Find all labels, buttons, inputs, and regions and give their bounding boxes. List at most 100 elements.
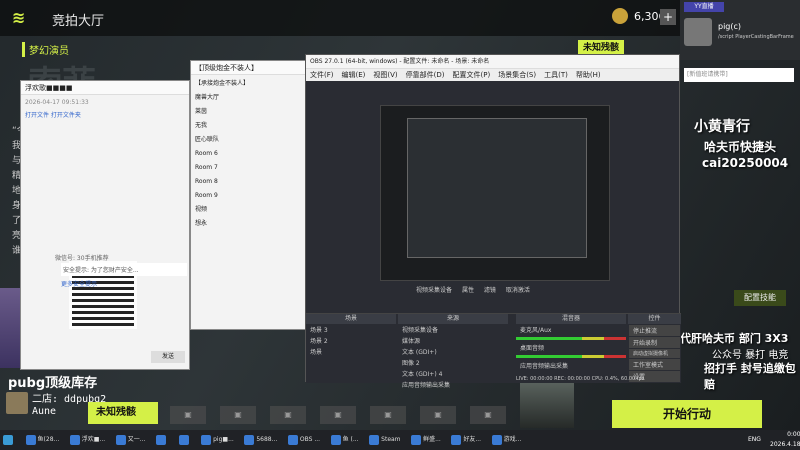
slot-icon[interactable]: ▣ [170, 406, 206, 424]
start-button[interactable] [0, 430, 18, 450]
controls-header: 控件 [628, 314, 681, 324]
slot-icon[interactable]: ▣ [370, 406, 406, 424]
chat-title: 浮欢歌■■■■ [21, 81, 189, 95]
overlay-right-5: 公众号 暴打 电竞 [712, 350, 789, 361]
overlay-name: Aune [32, 406, 57, 417]
group-item[interactable]: 匠心联队 [195, 133, 305, 147]
obs-menu: 文件(F) 编辑(E) 视图(V) 停靠部件(D) 配置文件(P) 场景集合(S) 工具(T… [306, 69, 679, 81]
group-item[interactable]: 【承接炮金不装人】 [195, 77, 305, 91]
menu-profile[interactable]: 配置文件(P) [453, 71, 491, 79]
clock-time: 0:00 [787, 431, 800, 438]
source-item[interactable]: 应用音频输出采集 [398, 379, 508, 390]
slot-icon[interactable]: ▣ [470, 406, 506, 424]
security-note: 安全提示: 为了您财产安全... [61, 263, 187, 276]
slot-icon[interactable]: ▣ [320, 406, 356, 424]
send-button[interactable]: 发送 [151, 351, 185, 363]
taskbar-item[interactable] [153, 430, 171, 450]
slot-icon[interactable]: ▣ [270, 406, 306, 424]
stop-stream-button[interactable]: 停止推流 [629, 325, 680, 336]
overlay-right-2: 哈夫币快捷头 [704, 140, 777, 154]
menu-docks[interactable]: 停靠部件(D) [406, 71, 445, 79]
menu-file[interactable]: 文件(F) [310, 71, 334, 79]
mixer-track: 麦克风/Aux [520, 327, 552, 334]
volume-meter[interactable] [516, 355, 626, 358]
stream-panel: YY直播 pig(c) /script PlayerCastingBarFram… [680, 0, 800, 60]
overlay-right-6: 招打手 封号追缴包赔 [704, 362, 796, 391]
obs-window: OBS 27.0.1 (64-bit, windows) - 配置文件: 未命名… [305, 54, 681, 389]
menu-scene-collection[interactable]: 场景集合(S) [498, 71, 536, 79]
source-item[interactable]: 媒体源 [398, 335, 508, 346]
source-item[interactable]: 图像 2 [398, 357, 508, 368]
user-avatar [684, 18, 712, 46]
group-item[interactable]: Room 6 [195, 147, 305, 161]
taskbar-item[interactable]: 5688... [241, 430, 280, 450]
source-item[interactable]: 视频采集设备 [398, 324, 508, 335]
slot-icon[interactable]: ▣ [420, 406, 456, 424]
filters-button[interactable]: 滤镜 [484, 287, 496, 294]
sources-dock: 来源 视频采集设备 媒体源 文本 (GDI+) 图像 2 文本 (GDI+) 4… [398, 314, 508, 389]
group-item[interactable]: 想永 [195, 217, 305, 231]
source-toolbar: 视频采集设备 属性 滤镜 取消激活 [416, 285, 530, 294]
group-item[interactable]: Room 7 [195, 161, 305, 175]
add-coins-button[interactable]: + [660, 9, 676, 25]
overlay-right-4: 代肝哈夫币 部门 3X3 [680, 332, 789, 345]
taskbar-item[interactable]: pig■... [198, 430, 237, 450]
group-item[interactable]: 魔兽大厅 [195, 91, 305, 105]
file-links[interactable]: 打开文件 打开文件夹 [21, 110, 189, 119]
virtual-cam-button[interactable]: 启动虚拟摄像机 [629, 349, 680, 358]
group-list-window: 【顶级炮金不装人】 【承接炮金不装人】 魔兽大厅 莱茵 无我 匠心联队 Room… [190, 60, 310, 330]
group-item[interactable]: 无我 [195, 119, 305, 133]
panel-input[interactable]: [新值班请携带] [684, 68, 794, 82]
slot-icon[interactable]: ▣ [220, 406, 256, 424]
taskbar-item[interactable]: Steam [366, 430, 403, 450]
source-item[interactable]: 文本 (GDI+) 4 [398, 368, 508, 379]
taskbar-item[interactable]: 鱼 (... [328, 430, 362, 450]
chat-window-1: 浮欢歌■■■■ 2026-04-17 09:51:33 打开文件 打开文件夹 微… [20, 80, 190, 370]
panel-script: /script PlayerCastingBarFrame [718, 34, 794, 40]
group-item[interactable]: Room 8 [195, 175, 305, 189]
start-record-button[interactable]: 开始录制 [629, 337, 680, 348]
mixer-header: 混音器 [516, 314, 626, 324]
group-item[interactable]: 莱茵 [195, 105, 305, 119]
scene-item[interactable]: 场景 3 [306, 324, 396, 335]
menu-help[interactable]: 帮助(H) [576, 71, 601, 79]
character-tag: 梦幻演员 [22, 42, 69, 57]
toolbar-source: 视频采集设备 [416, 287, 453, 294]
taskbar-item[interactable]: 游戏... [489, 430, 525, 450]
menu-tools[interactable]: 工具(T) [544, 71, 568, 79]
chat-time: 2026-04-17 09:51:33 [25, 99, 89, 106]
source-item[interactable]: 文本 (GDI+) [398, 346, 508, 357]
obs-preview[interactable] [380, 105, 610, 281]
group-item[interactable]: 视频 [195, 203, 305, 217]
volume-meter[interactable] [516, 337, 626, 340]
taskbar-item[interactable]: 好友... [448, 430, 484, 450]
sources-header: 来源 [398, 314, 508, 324]
unknown-debris-button[interactable]: 未知残骸 [88, 402, 158, 424]
menu-view[interactable]: 视图(V) [373, 71, 397, 79]
taskbar-item[interactable] [176, 430, 194, 450]
config-skill-button[interactable]: 配置技能 [734, 290, 786, 306]
studio-mode-button[interactable]: 工作室模式 [629, 359, 680, 370]
scene-item[interactable]: 场景 [306, 346, 396, 357]
group-item[interactable]: Room 9 [195, 189, 305, 203]
taskbar-item[interactable]: 浮欢■... [67, 430, 108, 450]
taskbar-item[interactable]: 鲜盛... [408, 430, 444, 450]
taskbar-item[interactable]: OBS ... [285, 430, 323, 450]
properties-button[interactable]: 属性 [462, 287, 474, 294]
clock[interactable]: 0:00 2026.4.18 [770, 430, 800, 450]
taskbar-item[interactable]: 鱼(28... [23, 430, 63, 450]
streamer-avatar [6, 392, 28, 414]
nested-preview [407, 118, 587, 258]
mixer-dock: 混音器 麦克风/Aux 桌面音频 应用音频输出采集 [516, 314, 626, 374]
overlay-right-3: cai20250004 [702, 156, 789, 170]
start-action-button[interactable]: 开始行动 [612, 400, 762, 428]
menu-edit[interactable]: 编辑(E) [342, 71, 366, 79]
obs-statusbar: LIVE: 00:00:00 REC: 00:00:00 CPU: 0.4%, … [516, 376, 645, 382]
overlay-title: pubg顶级库存 [8, 376, 98, 391]
deactivate-button[interactable]: 取消激活 [506, 287, 530, 294]
scene-item[interactable]: 场景 2 [306, 335, 396, 346]
group-title: 【顶级炮金不装人】 [191, 61, 309, 75]
taskbar-item[interactable]: 又一... [113, 430, 149, 450]
language-indicator[interactable]: ENG [748, 436, 761, 443]
more-security-link[interactable]: 更多安全提示 [61, 279, 97, 288]
